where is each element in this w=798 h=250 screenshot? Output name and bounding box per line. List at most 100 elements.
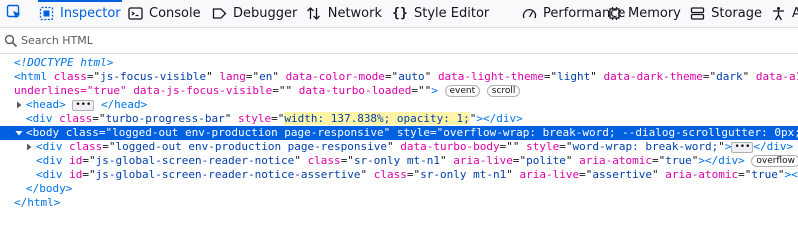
markup-node-html-continued[interactable]: underlines="true" data-js-focus-visible=… bbox=[0, 84, 798, 98]
attr-value: auto bbox=[398, 70, 425, 83]
attr-value: js-focus-visible bbox=[100, 70, 207, 83]
attr-name: lang bbox=[219, 70, 246, 83]
markup-node-doctype[interactable]: <!DOCTYPE html> bbox=[0, 56, 798, 70]
accessibility-icon bbox=[770, 6, 786, 22]
tab-style-editor[interactable]: {} Style Editor bbox=[392, 0, 510, 27]
tag-end: </html> bbox=[14, 196, 61, 209]
tab-inspector[interactable]: Inspector bbox=[38, 0, 122, 27]
tab-accessibility[interactable]: A bbox=[770, 0, 798, 27]
attr-value: true bbox=[751, 168, 778, 181]
tag-close: ></div> bbox=[698, 154, 745, 167]
scroll-badge[interactable]: scroll bbox=[486, 85, 521, 97]
markup-tree: <!DOCTYPE html> <html class="js-focus-vi… bbox=[0, 56, 798, 250]
attr-name: aria-atomic bbox=[579, 154, 652, 167]
attr-name: id bbox=[69, 154, 83, 167]
attr-value: logged-out env-production page-responsiv… bbox=[115, 140, 388, 153]
attr-name: class bbox=[59, 112, 93, 125]
overflow-badge[interactable]: overflow bbox=[751, 155, 798, 167]
markup-node-body-selected[interactable]: <body class="logged-out env-production p… bbox=[0, 126, 798, 140]
attr-name: class bbox=[373, 168, 407, 181]
markup-node-body-close[interactable]: </body> bbox=[0, 182, 798, 196]
markup-node-head[interactable]: <head> ••• </head> bbox=[0, 98, 798, 112]
attr-value: en bbox=[259, 70, 273, 83]
tab-label: A bbox=[792, 6, 798, 21]
attr-name: data-light-theme bbox=[437, 70, 544, 83]
attr-name: style bbox=[396, 126, 431, 139]
tab-label: Console bbox=[149, 6, 201, 21]
tab-storage[interactable]: Storage bbox=[690, 0, 762, 27]
event-badge[interactable]: event bbox=[444, 85, 481, 97]
performance-icon bbox=[522, 6, 537, 22]
attr-value: sr-only mt-n1 bbox=[420, 168, 507, 181]
tab-label: Storage bbox=[711, 6, 762, 21]
tab-memory[interactable]: Memory bbox=[606, 0, 682, 27]
attr-value: true bbox=[665, 154, 692, 167]
collapsed-children-ellipsis[interactable]: ••• bbox=[731, 142, 754, 153]
attr-name: aria-live bbox=[519, 168, 580, 181]
attr-value: turbo-progress-bar bbox=[105, 112, 225, 125]
attr-name: data-a1 bbox=[755, 70, 798, 83]
collapse-arrow-icon[interactable] bbox=[14, 127, 24, 139]
doctype-text: <!DOCTYPE html> bbox=[14, 56, 114, 69]
attr-name: class bbox=[69, 140, 103, 153]
memory-icon bbox=[606, 6, 622, 22]
tab-label: Inspector bbox=[60, 6, 121, 21]
attr-value: light bbox=[557, 70, 591, 83]
tag-close: ></div> bbox=[476, 112, 523, 125]
attr-name: class bbox=[65, 126, 99, 139]
attr-value: logged-out env-production page-responsiv… bbox=[112, 126, 384, 139]
attr-name: data-turbo-loaded bbox=[298, 84, 412, 97]
tab-debugger[interactable]: Debugger bbox=[212, 0, 298, 27]
search-icon bbox=[4, 34, 18, 48]
attr-name: data-turbo-body bbox=[400, 140, 500, 153]
attr-name: class bbox=[53, 70, 87, 83]
attr-value: polite bbox=[526, 154, 566, 167]
markup-node-progress-bar[interactable]: <div class="turbo-progress-bar" style="w… bbox=[0, 112, 798, 126]
markup-node-turbo-body-div[interactable]: <div class="logged-out env-production pa… bbox=[0, 140, 798, 154]
markup-node-screen-reader-notice[interactable]: <div id="js-global-screen-reader-notice"… bbox=[0, 154, 798, 168]
search-bar bbox=[0, 28, 798, 54]
attr-value: sr-only mt-n1 bbox=[353, 154, 441, 167]
attr-name: aria-atomic bbox=[665, 168, 739, 181]
markup-node-screen-reader-notice-assertive[interactable]: <div id="js-global-screen-reader-notice-… bbox=[0, 168, 798, 182]
attr-name: data-js-focus-visible bbox=[133, 84, 273, 97]
attr-value: overflow-wrap: break-word; --dialog-scro… bbox=[443, 126, 798, 139]
attr-name: style bbox=[237, 112, 272, 125]
tag-name: <body bbox=[26, 126, 60, 139]
devtools-toolbar: Inspector Console Debugger Network {} St… bbox=[0, 0, 798, 28]
attr-name: id bbox=[69, 168, 83, 181]
attr-name: aria-live bbox=[453, 154, 513, 167]
attr-value: dark bbox=[716, 70, 743, 83]
tab-label: Memory bbox=[628, 6, 681, 21]
attr-value: js-global-screen-reader-notice bbox=[95, 154, 295, 167]
console-icon bbox=[128, 6, 143, 22]
search-html-input[interactable] bbox=[21, 34, 721, 47]
tag-end: </body> bbox=[26, 182, 73, 195]
attr-value: word-wrap: break-word; bbox=[572, 140, 719, 153]
network-icon bbox=[306, 6, 322, 22]
tab-label: Debugger bbox=[233, 6, 298, 21]
tab-console[interactable]: Console bbox=[128, 0, 201, 27]
tag-name: <div bbox=[36, 140, 63, 153]
markup-node-html-close[interactable]: </html> bbox=[0, 196, 798, 210]
style-editor-icon: {} bbox=[392, 6, 408, 21]
tab-label: Style Editor bbox=[414, 6, 490, 21]
attr-name: data-dark-theme bbox=[603, 70, 703, 83]
debugger-icon bbox=[212, 6, 227, 22]
expand-arrow-icon[interactable] bbox=[14, 99, 24, 111]
markup-node-html[interactable]: <html class="js-focus-visible" lang="en"… bbox=[0, 70, 798, 84]
tag-name: <div bbox=[26, 112, 53, 125]
attr-name: class bbox=[307, 154, 341, 167]
tab-label: Network bbox=[327, 6, 382, 21]
tab-network[interactable]: Network bbox=[306, 0, 382, 27]
element-picker-button[interactable] bbox=[0, 0, 28, 27]
attr-value: assertive bbox=[592, 168, 652, 181]
tag-close: > bbox=[431, 84, 438, 97]
tag-name: <div bbox=[36, 154, 63, 167]
collapsed-children-ellipsis[interactable]: ••• bbox=[72, 100, 95, 111]
attr-value: js-global-screen-reader-notice-assertive bbox=[95, 168, 361, 181]
expand-arrow-icon[interactable] bbox=[24, 141, 34, 153]
inspector-icon bbox=[38, 6, 54, 22]
tag-close: > bbox=[724, 140, 732, 153]
tag-name: <head> bbox=[26, 98, 66, 111]
